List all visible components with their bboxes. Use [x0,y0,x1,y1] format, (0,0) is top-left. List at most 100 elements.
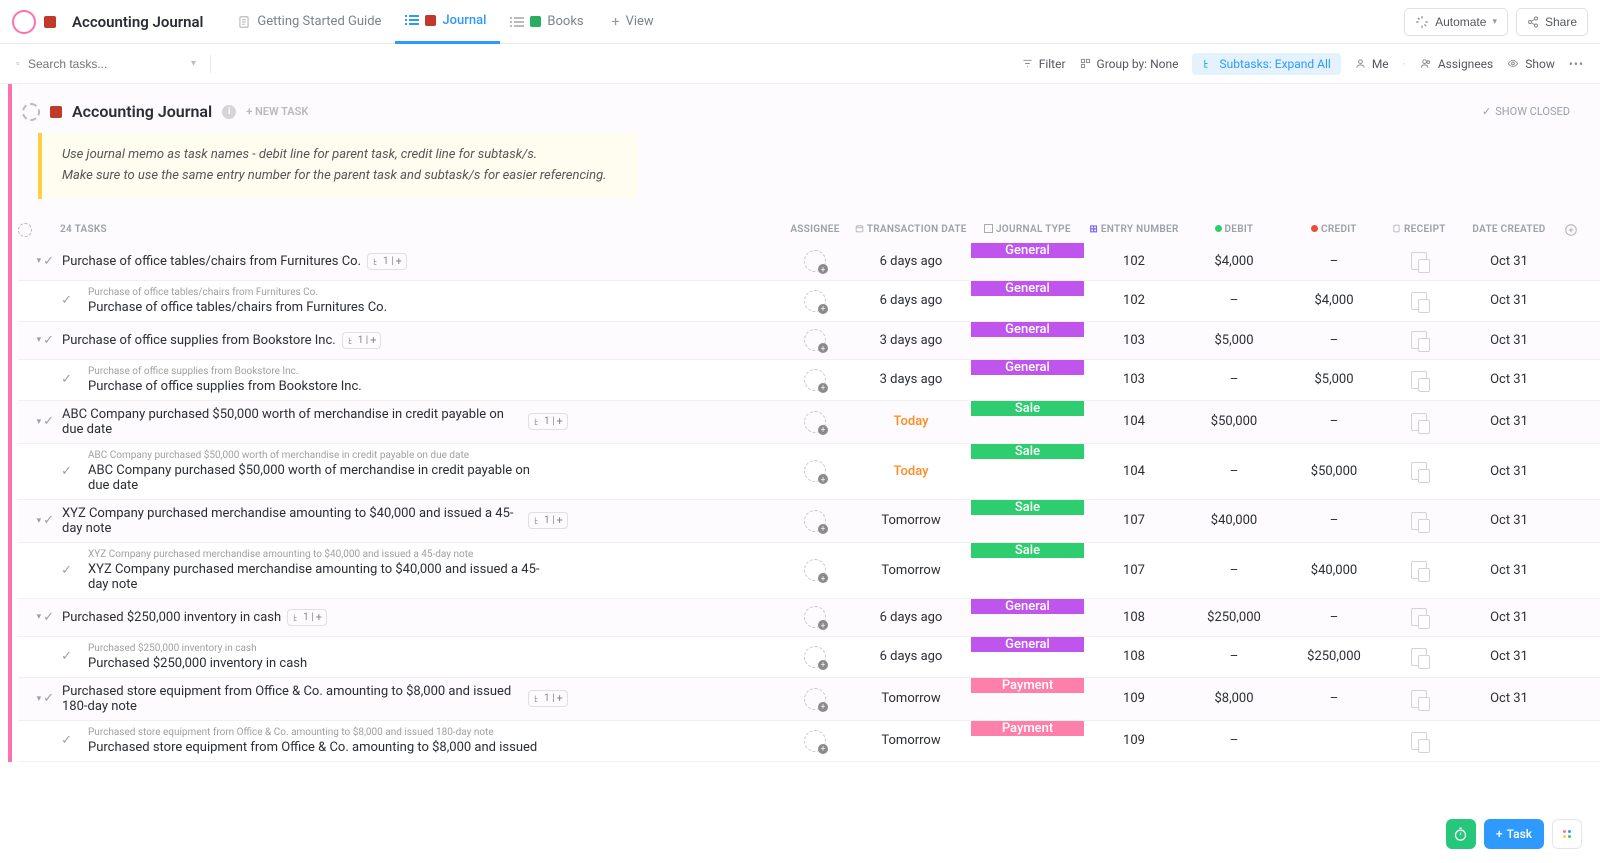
task-row[interactable]: ▾✓ABC Company purchased $50,000 worth of… [18,401,1600,444]
date-created-cell[interactable]: Oct 31 [1454,464,1564,479]
journal-type-cell[interactable]: Sale [971,500,1084,515]
new-task-button[interactable]: + NEW TASK [246,105,308,118]
assignee-cell[interactable] [779,369,851,391]
new-task-fab[interactable]: + Task [1484,819,1544,849]
entry-number-cell[interactable]: 108 [1084,610,1184,625]
subtask-count[interactable]: 1 | + [528,512,568,529]
debit-cell[interactable]: – [1184,464,1284,479]
receipt-cell[interactable] [1384,732,1454,750]
entry-number-cell[interactable]: 107 [1084,513,1184,528]
debit-cell[interactable]: $50,000 [1184,414,1284,429]
debit-cell[interactable]: $8,000 [1184,691,1284,706]
filter-button[interactable]: Filter [1022,57,1066,71]
transaction-date-cell[interactable]: Tomorrow [851,513,971,528]
show-button[interactable]: Show [1507,57,1555,71]
chevron-down-icon[interactable]: ▾ [191,58,196,69]
task-name[interactable]: Purchase of office supplies from Booksto… [88,379,362,394]
credit-cell[interactable]: – [1284,610,1384,625]
journal-type-cell[interactable]: General [971,360,1084,375]
credit-cell[interactable]: – [1284,254,1384,269]
assign-avatar[interactable] [804,559,826,581]
debit-cell[interactable]: – [1184,372,1284,387]
subtask-row[interactable]: ✓XYZ Company purchased merchandise amoun… [18,543,1600,599]
expand-toggle[interactable]: ▾✓ [18,610,54,625]
subtask-count[interactable]: 1 | + [528,690,568,707]
status-check-icon[interactable]: ✓ [61,372,72,387]
share-button[interactable]: Share [1516,8,1588,36]
assign-avatar[interactable] [804,250,826,272]
debit-cell[interactable]: $4,000 [1184,254,1284,269]
receipt-cell[interactable] [1384,690,1454,708]
status-check-icon[interactable]: ✓ [61,649,72,664]
debit-cell[interactable]: – [1184,649,1284,664]
transaction-date-cell[interactable]: Tomorrow [851,691,971,706]
journal-type-cell[interactable]: General [971,322,1084,337]
task-row[interactable]: ▾✓Purchase of office tables/chairs from … [18,243,1600,281]
entry-number-cell[interactable]: 102 [1084,293,1184,308]
col-journal-type[interactable]: JOURNAL TYPE [971,224,1084,235]
task-name[interactable]: Purchase of office tables/chairs from Fu… [88,300,387,315]
assign-avatar[interactable] [804,688,826,710]
automate-button[interactable]: Automate ▾ [1404,8,1508,36]
entry-number-cell[interactable]: 102 [1084,254,1184,269]
task-row[interactable]: ▾✓XYZ Company purchased merchandise amou… [18,500,1600,543]
assign-avatar[interactable] [804,290,826,312]
col-credit[interactable]: CREDIT [1284,224,1384,235]
entry-number-cell[interactable]: 103 [1084,333,1184,348]
tab-view[interactable]: +View [598,0,668,44]
list-name[interactable]: Accounting Journal [72,102,212,121]
status-check-icon[interactable]: ✓ [43,513,54,528]
tab-getting-started-guide[interactable]: Getting Started Guide [223,0,395,44]
entry-number-cell[interactable]: 104 [1084,414,1184,429]
entry-number-cell[interactable]: 103 [1084,372,1184,387]
debit-cell[interactable]: – [1184,563,1284,578]
journal-type-cell[interactable]: Sale [971,444,1084,459]
assignee-cell[interactable] [779,606,851,628]
transaction-date-cell[interactable]: Tomorrow [851,733,971,748]
journal-type-cell[interactable]: Sale [971,543,1084,558]
subtask-row[interactable]: ✓Purchased $250,000 inventory in cashPur… [18,637,1600,678]
transaction-date-cell[interactable]: 6 days ago [851,649,971,664]
assignee-cell[interactable] [779,290,851,312]
col-entry-number[interactable]: ⊞ ENTRY NUMBER [1084,224,1184,235]
status-check-icon[interactable]: ✓ [61,293,72,308]
transaction-date-cell[interactable]: 3 days ago [851,372,971,387]
subtasks-button[interactable]: Subtasks: Expand All [1192,53,1340,75]
debit-cell[interactable]: – [1184,293,1284,308]
col-date-created[interactable]: DATE CREATED [1454,224,1564,235]
assignee-cell[interactable] [779,688,851,710]
date-created-cell[interactable]: Oct 31 [1454,691,1564,706]
journal-type-cell[interactable]: General [971,243,1084,258]
task-name[interactable]: XYZ Company purchased merchandise amount… [88,562,548,592]
expand-toggle[interactable]: ▾✓ [18,513,54,528]
task-row[interactable]: ▾✓Purchase of office supplies from Books… [18,322,1600,360]
receipt-cell[interactable] [1384,371,1454,389]
status-check-icon[interactable]: ✓ [43,610,54,625]
search-input-wrap[interactable]: ▾ [16,57,196,71]
status-check-icon[interactable]: ✓ [43,414,54,429]
info-icon[interactable]: i [222,105,236,119]
col-debit[interactable]: DEBIT [1184,224,1284,235]
entry-number-cell[interactable]: 104 [1084,464,1184,479]
col-receipt[interactable]: RECEIPT [1384,224,1454,235]
credit-cell[interactable]: $50,000 [1284,464,1384,479]
subtask-row[interactable]: ✓ Purchase of office tables/chairs from F… [18,281,1600,322]
transaction-date-cell[interactable]: 6 days ago [851,610,971,625]
assignee-cell[interactable] [779,329,851,351]
date-created-cell[interactable]: Oct 31 [1454,563,1564,578]
expand-toggle[interactable]: ▾✓ [18,333,54,348]
task-name[interactable]: Purchased store equipment from Office & … [88,740,537,755]
credit-cell[interactable]: – [1284,691,1384,706]
transaction-date-cell[interactable]: Today [851,464,971,479]
status-check-icon[interactable]: ✓ [43,333,54,348]
date-created-cell[interactable]: Oct 31 [1454,513,1564,528]
journal-type-cell[interactable]: Payment [971,721,1084,736]
date-created-cell[interactable]: Oct 31 [1454,333,1564,348]
assign-avatar[interactable] [804,369,826,391]
subtask-count[interactable]: 1 | + [342,332,382,349]
task-row[interactable]: ▾✓Purchased $250,000 inventory in cash1 … [18,599,1600,637]
collapse-toggle[interactable] [22,103,40,121]
task-name[interactable]: ABC Company purchased $50,000 worth of m… [62,407,522,437]
expand-toggle[interactable]: ▾✓ [18,691,54,706]
assign-avatar[interactable] [804,510,826,532]
